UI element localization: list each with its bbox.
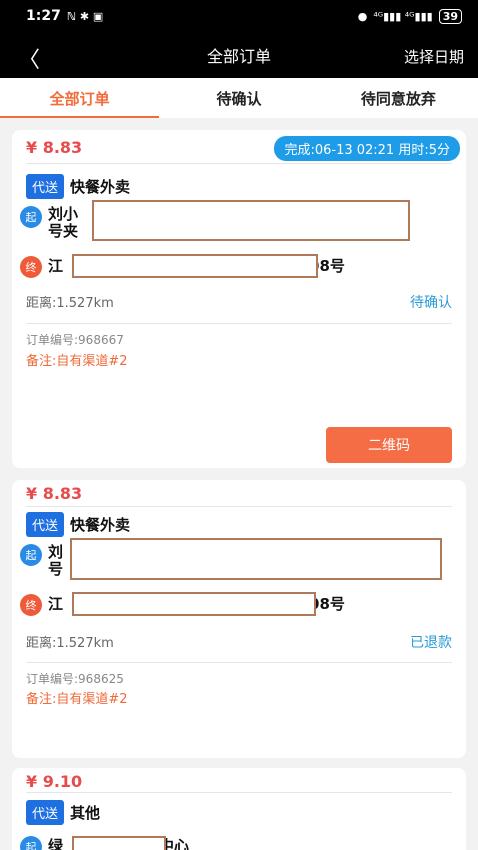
start-address-line2: 号 xyxy=(48,560,64,578)
status-right: ● ⁴ᴳ▮▮▮ ⁴ᴳ▮▮▮ 39 xyxy=(357,8,462,24)
order-number: 订单编号:968625 xyxy=(26,672,124,686)
tab-bar: 全部订单 待确认 待同意放弃 xyxy=(0,78,478,118)
qr-code-button[interactable]: 二维码 xyxy=(326,427,452,463)
battery-icon: 39 xyxy=(438,8,462,24)
tab-pending-abandon[interactable]: 待同意放弃 xyxy=(319,78,478,118)
order-price: ¥ 9.10 xyxy=(26,772,83,791)
end-marker-icon: 终 xyxy=(20,594,42,616)
order-card[interactable]: ¥ 8.83 代送 快餐外卖 起 刘 号 终 江 08号 距离:1.527km 已… xyxy=(12,480,466,758)
order-type-row: 代送 快餐外卖 xyxy=(26,512,130,537)
divider xyxy=(26,163,452,164)
order-type: 其他 xyxy=(70,804,101,822)
order-price: ¥ 8.83 xyxy=(26,138,83,157)
order-price: ¥ 8.83 xyxy=(26,484,83,503)
location-icon: ● xyxy=(357,9,368,23)
start-marker-icon: 起 xyxy=(20,836,42,850)
tab-all-orders[interactable]: 全部订单 xyxy=(0,78,159,118)
start-address-row: 起 刘 号 xyxy=(20,544,63,578)
order-type: 快餐外卖 xyxy=(70,178,131,196)
redaction-box xyxy=(92,200,410,241)
divider xyxy=(26,323,452,324)
redaction-box xyxy=(72,836,166,850)
start-address: 刘 号 xyxy=(48,544,63,578)
order-remark: 备注:自有渠道#2 xyxy=(26,354,128,369)
order-number: 订单编号:968667 xyxy=(26,333,124,347)
order-type-row: 代送 其他 xyxy=(26,800,100,825)
status-bar: 1:27 ℕ ✱ ▣ ● ⁴ᴳ▮▮▮ ⁴ᴳ▮▮▮ 39 xyxy=(0,0,478,32)
start-address-line1: 刘 xyxy=(48,543,64,561)
distance: 距离:1.527km xyxy=(26,296,114,311)
start-address-prefix: 绿 xyxy=(48,837,64,850)
delivery-tag: 代送 xyxy=(26,800,65,825)
divider xyxy=(26,792,452,793)
order-card[interactable]: ¥ 8.83 完成:06-13 02:21 用时:5分 代送 快餐外卖 起 刘小… xyxy=(12,130,466,468)
order-remark: 备注:自有渠道#2 xyxy=(26,692,128,707)
nav-bar: 〈 全部订单 选择日期 xyxy=(0,32,478,78)
tab-pending-confirm[interactable]: 待确认 xyxy=(159,78,318,118)
order-status: 已退款 xyxy=(410,635,452,651)
order-status: 待确认 xyxy=(410,295,452,311)
delivery-tag: 代送 xyxy=(26,512,65,537)
select-date-button[interactable]: 选择日期 xyxy=(404,46,464,67)
end-marker-icon: 终 xyxy=(20,256,42,278)
redaction-box xyxy=(72,592,316,616)
status-icons: ℕ ✱ ▣ xyxy=(66,9,104,23)
order-type-row: 代送 快餐外卖 xyxy=(26,174,130,199)
page-title: 全部订单 xyxy=(206,47,271,66)
signal-icon: ⁴ᴳ▮▮▮ ⁴ᴳ▮▮▮ xyxy=(373,9,433,23)
start-address-line1: 刘小 xyxy=(48,205,79,223)
status-time: 1:27 xyxy=(26,8,61,24)
complete-badge: 完成:06-13 02:21 用时:5分 xyxy=(274,136,460,161)
start-marker-icon: 起 xyxy=(20,544,42,566)
back-icon[interactable]: 〈 xyxy=(18,42,40,74)
divider xyxy=(26,506,452,507)
end-address-prefix: 江 xyxy=(48,595,64,613)
divider xyxy=(26,662,452,663)
order-type: 快餐外卖 xyxy=(70,516,131,534)
redaction-box xyxy=(70,538,442,580)
end-address-prefix: 江 xyxy=(48,257,64,275)
status-left: 1:27 ℕ ✱ ▣ xyxy=(26,8,103,24)
start-marker-icon: 起 xyxy=(20,206,42,228)
order-card[interactable]: ¥ 9.10 代送 其他 起 绿中心 xyxy=(12,768,466,850)
delivery-tag: 代送 xyxy=(26,174,65,199)
redaction-box xyxy=(72,254,318,278)
distance: 距离:1.527km xyxy=(26,636,114,651)
tab-underline xyxy=(0,116,159,118)
